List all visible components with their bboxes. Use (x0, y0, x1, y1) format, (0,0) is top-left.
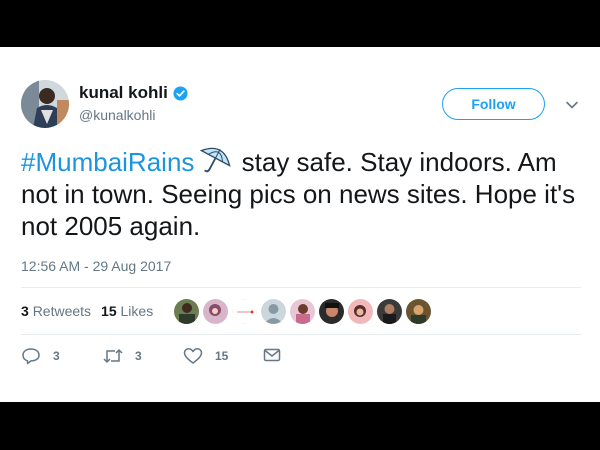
author-handle[interactable]: @kunalkohli (79, 107, 155, 123)
reply-icon (22, 348, 40, 365)
retweets-label: Retweets (32, 303, 92, 319)
retweet-count: 3 (135, 349, 142, 363)
tweet-text: #MumbaiRains stay safe. Stay indoors. Am… (21, 143, 581, 242)
liker-avatars (174, 299, 431, 324)
tweet-card: kunal kohli @kunalkohli Follow #MumbaiRa… (0, 47, 600, 402)
liker-avatar[interactable] (406, 299, 431, 324)
liker-avatar[interactable] (377, 299, 402, 324)
reply-count: 3 (53, 349, 60, 363)
likes-label: Likes (120, 303, 154, 319)
likes-stat[interactable]: 15 Likes (101, 303, 153, 319)
hashtag-link[interactable]: #MumbaiRains (21, 147, 194, 177)
retweet-button[interactable]: 3 (103, 347, 142, 365)
author-name[interactable]: kunal kohli (79, 83, 168, 103)
retweet-icon (103, 348, 123, 364)
envelope-icon (263, 348, 281, 362)
reply-button[interactable]: 3 (21, 347, 60, 365)
divider-top (21, 287, 581, 288)
liker-avatar[interactable] (174, 299, 199, 324)
engagement-stats: 3 Retweets 15 Likes (21, 303, 153, 319)
liker-avatar[interactable] (348, 299, 373, 324)
like-button[interactable]: 15 (183, 347, 228, 365)
like-count: 15 (215, 349, 229, 363)
umbrella-icon (200, 147, 231, 173)
author-avatar[interactable] (21, 80, 69, 128)
retweets-count: 3 (21, 303, 29, 319)
heart-icon (183, 348, 203, 364)
liker-avatar[interactable] (319, 299, 344, 324)
author-name-row: kunal kohli (79, 83, 188, 103)
liker-avatar[interactable] (203, 299, 228, 324)
liker-avatar[interactable] (261, 299, 286, 324)
tweet-actions: 3 3 15 (21, 347, 321, 367)
likes-count: 15 (101, 303, 117, 319)
liker-avatar[interactable] (232, 299, 257, 324)
divider-bottom (21, 334, 581, 335)
chevron-down-icon[interactable] (565, 98, 579, 112)
retweets-stat[interactable]: 3 Retweets (21, 303, 91, 319)
direct-message-button[interactable] (263, 347, 281, 363)
follow-button[interactable]: Follow (442, 88, 545, 120)
verified-badge-icon (173, 85, 188, 101)
liker-avatar[interactable] (290, 299, 315, 324)
timestamp-link[interactable]: 12:56 AM - 29 Aug 2017 (21, 258, 171, 274)
